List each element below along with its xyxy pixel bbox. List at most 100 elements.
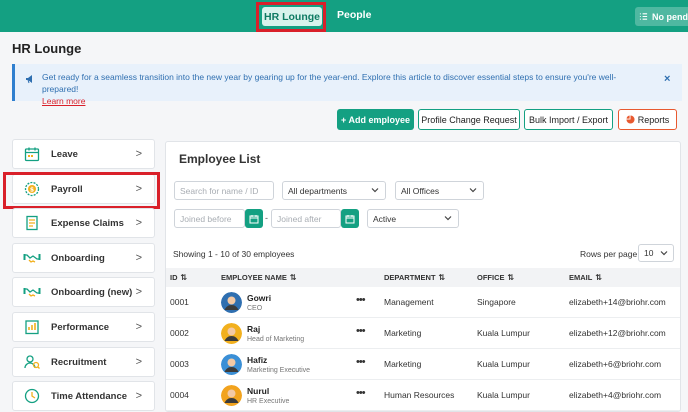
sidebar-item-label: Time Attendance [51, 390, 128, 402]
profile-change-request-button[interactable]: Profile Change Request [418, 109, 520, 130]
employee-email: elizabeth+4@briohr.com [569, 390, 662, 400]
employee-name[interactable]: Raj [247, 324, 260, 334]
sidebar-item-label: Recruitment [51, 356, 107, 368]
employee-name[interactable]: Gowri [247, 293, 271, 303]
employee-department: Marketing [384, 359, 422, 369]
office-select[interactable]: All Offices [395, 181, 484, 200]
table-row[interactable]: 0003 Hafiz Marketing Executive ••• Marketing… [166, 349, 680, 380]
employee-id: 0001 [170, 297, 189, 307]
rows-per-page-select[interactable]: 10 [638, 244, 674, 262]
sidebar-item-expense-claims[interactable]: Expense Claims > [12, 208, 155, 238]
avatar [221, 354, 242, 375]
person-icon [221, 323, 242, 344]
add-employee-button[interactable]: + Add employee [337, 109, 414, 130]
more-options-icon[interactable]: ••• [356, 325, 366, 337]
calendar-icon [23, 145, 41, 163]
employee-id: 0003 [170, 359, 189, 369]
sidebar-item-label: Leave [51, 148, 78, 160]
table-header: ID ⇅ EMPLOYEE NAME ⇅ DEPARTMENT ⇅ OFFICE ⇅ E… [166, 268, 680, 287]
joined-before-input[interactable]: Joined before [174, 209, 245, 228]
chevron-right-icon: > [135, 148, 142, 160]
sidebar-item-performance[interactable]: Performance > [12, 312, 155, 342]
chevron-right-icon: > [135, 252, 142, 264]
recruitment-icon [23, 353, 41, 371]
department-select[interactable]: All departments [282, 181, 386, 200]
banner-close-icon[interactable]: × [664, 73, 670, 85]
more-options-icon[interactable]: ••• [356, 387, 366, 399]
pie-chart-icon [626, 115, 635, 124]
more-options-icon[interactable]: ••• [356, 294, 366, 306]
employee-office: Kuala Lumpur [477, 390, 530, 400]
chevron-right-icon: > [135, 217, 142, 229]
chevron-right-icon: > [135, 390, 142, 402]
employee-office: Kuala Lumpur [477, 359, 530, 369]
employee-id: 0004 [170, 390, 189, 400]
sidebar-item-label: Expense Claims [51, 217, 124, 229]
department-select-value: All departments [288, 185, 348, 196]
sidebar-item-onboarding-new[interactable]: Onboarding (new) > [12, 277, 155, 307]
megaphone-icon [26, 75, 32, 84]
performance-icon [23, 318, 41, 336]
highlight-box-hr-lounge [256, 2, 326, 32]
more-options-icon[interactable]: ••• [356, 356, 366, 368]
person-icon [221, 354, 242, 375]
chevron-right-icon: > [135, 286, 142, 298]
table-row[interactable]: 0001 Gowri CEO ••• Management Singapore elizab… [166, 287, 680, 318]
employee-email: elizabeth+6@briohr.com [569, 359, 662, 369]
column-header-id[interactable]: ID ⇅ [170, 273, 187, 282]
table-row[interactable]: 0004 Nurul HR Executive ••• Human Resources K… [166, 380, 680, 411]
column-header-employee-name[interactable]: EMPLOYEE NAME ⇅ [221, 273, 297, 282]
column-header-email[interactable]: EMAIL ⇅ [569, 273, 602, 282]
chevron-down-icon [444, 216, 452, 221]
handshake-icon [23, 283, 41, 301]
reports-button[interactable]: Reports [618, 109, 677, 130]
sidebar-item-leave[interactable]: Leave > [12, 139, 155, 169]
sidebar-item-label: Onboarding (new) [51, 286, 133, 298]
sort-icon: ⇅ [289, 273, 297, 282]
clock-icon [23, 387, 41, 405]
bulk-import-export-button[interactable]: Bulk Import / Export [524, 109, 613, 130]
table-row[interactable]: 0002 Raj Head of Marketing ••• Marketing Kual… [166, 318, 680, 349]
calendar-icon [249, 214, 259, 223]
employee-name[interactable]: Hafiz [247, 355, 267, 365]
employee-department: Marketing [384, 328, 422, 338]
sidebar-item-recruitment[interactable]: Recruitment > [12, 347, 155, 377]
column-header-office[interactable]: OFFICE ⇅ [477, 273, 514, 282]
joined-after-input[interactable]: Joined after [271, 209, 341, 228]
sidebar-item-label: Performance [51, 321, 110, 333]
office-select-value: All Offices [401, 185, 440, 196]
tab-people[interactable]: People [337, 9, 371, 21]
handshake-icon [23, 249, 41, 267]
person-icon [221, 292, 242, 313]
chevron-right-icon: > [135, 356, 142, 368]
chevron-right-icon: > [135, 321, 142, 333]
results-count: Showing 1 - 10 of 30 employees [173, 249, 295, 259]
employee-id: 0002 [170, 328, 189, 338]
sidebar-item-onboarding[interactable]: Onboarding > [12, 243, 155, 273]
employee-office: Singapore [477, 297, 516, 307]
employee-department: Management [384, 297, 434, 307]
search-input[interactable]: Search for name / ID [174, 181, 274, 200]
sidebar-item-time-attendance[interactable]: Time Attendance > [12, 381, 155, 411]
announcement-banner: Get ready for a seamless transition into… [12, 64, 682, 106]
employee-list-card: Employee List Search for name / ID All d… [165, 141, 681, 412]
column-header-department[interactable]: DEPARTMENT ⇅ [384, 273, 445, 282]
chevron-down-icon [371, 188, 379, 193]
employee-title: Marketing Executive [247, 367, 311, 374]
joined-after-calendar-button[interactable] [341, 209, 359, 228]
status-select[interactable]: Active [367, 209, 459, 228]
rows-per-page-value: 10 [644, 248, 654, 258]
employee-name[interactable]: Nurul [247, 386, 269, 396]
sort-icon: ⇅ [507, 273, 515, 282]
notifications-button[interactable]: No pendin [635, 7, 688, 26]
sort-icon: ⇅ [438, 273, 446, 282]
learn-more-link[interactable]: Learn more [42, 95, 652, 107]
list-icon [639, 13, 648, 20]
sidebar-item-label: Onboarding [51, 252, 105, 264]
employee-email: elizabeth+12@briohr.com [569, 328, 666, 338]
joined-before-calendar-button[interactable] [245, 209, 263, 228]
employee-email: elizabeth+14@briohr.com [569, 297, 666, 307]
receipt-icon [23, 214, 41, 232]
person-icon [221, 385, 242, 406]
reports-label: Reports [637, 114, 670, 125]
